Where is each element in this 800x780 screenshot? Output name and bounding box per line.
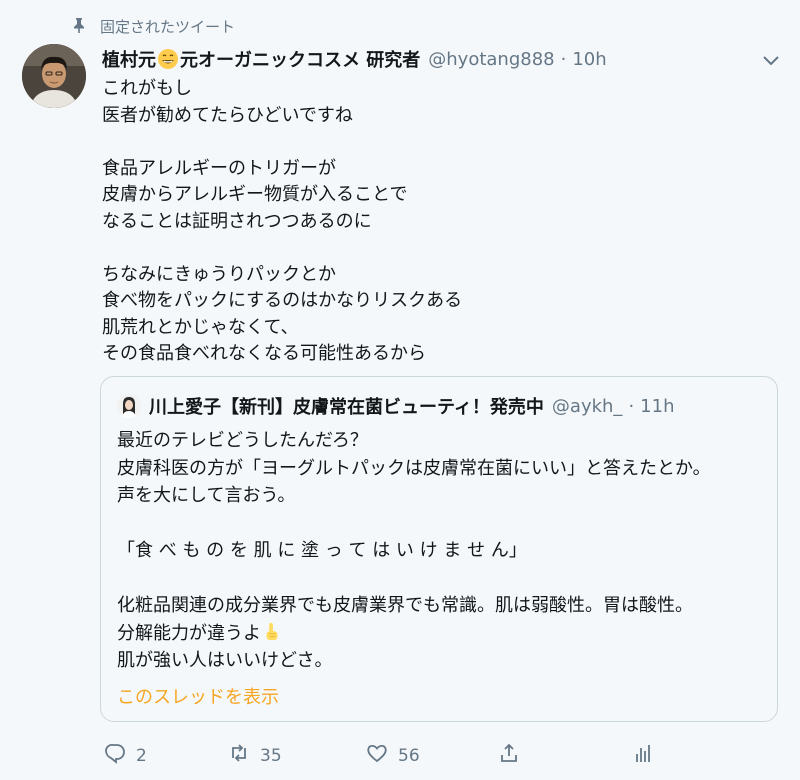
quoted-tweet-text: 最近のテレビどうしたんだろ？ 皮膚科医の方が「ヨーグルトパックは皮膚常在菌にいい… bbox=[117, 427, 763, 675]
share-icon bbox=[498, 742, 520, 769]
pointing-up-hand-icon bbox=[262, 622, 284, 644]
reply-icon bbox=[104, 742, 126, 769]
pin-icon bbox=[72, 17, 86, 37]
quoted-tweet-header: 川上愛子【新刊】皮膚常在菌ビューティ！発売中 @aykh_ · 11h bbox=[117, 393, 767, 419]
like-count: 56 bbox=[398, 745, 420, 766]
author-avatar[interactable] bbox=[22, 44, 86, 108]
quoted-author-name: 川上愛子【新刊】皮膚常在菌ビューティ！発売中 bbox=[149, 397, 544, 418]
like-button[interactable]: 56 bbox=[366, 742, 420, 769]
tweet-timestamp[interactable]: 10h bbox=[572, 49, 606, 70]
quoted-header-separator: · bbox=[628, 395, 635, 417]
retweet-button[interactable]: 35 bbox=[228, 742, 282, 769]
header-separator: · bbox=[560, 48, 567, 70]
author-handle[interactable]: @hyotang888 bbox=[428, 49, 554, 70]
share-button[interactable] bbox=[498, 742, 520, 769]
pinned-indicator: 固定されたツイート bbox=[72, 16, 235, 37]
analytics-icon bbox=[632, 742, 654, 769]
tweet-header: 植村元 元オーガニックコスメ 研究者 @hyotang888 · 10h bbox=[102, 46, 760, 72]
quoted-author-avatar bbox=[117, 394, 141, 418]
tweet-text: これがもし 医者が勧めてたらひどいですね 食品アレルギーのトリガーが 皮膚からア… bbox=[102, 78, 463, 364]
author-name[interactable]: 植村元 元オーガニックコスメ 研究者 bbox=[102, 46, 420, 72]
analytics-button[interactable] bbox=[632, 742, 654, 769]
pinned-label: 固定されたツイート bbox=[100, 18, 236, 36]
quoted-text-part2: 肌が強い人はいいけどさ。 bbox=[117, 650, 333, 671]
show-thread-link[interactable]: このスレッドを表示 bbox=[117, 683, 279, 709]
author-name-part1: 植村元 bbox=[102, 50, 156, 71]
quoted-author-handle: @aykh_ bbox=[551, 395, 623, 417]
chevron-down-icon[interactable] bbox=[762, 52, 780, 66]
quoted-tweet-timestamp: 11h bbox=[640, 395, 675, 417]
retweet-count: 35 bbox=[260, 745, 282, 766]
grinning-face-icon bbox=[157, 48, 179, 70]
quoted-tweet[interactable]: 川上愛子【新刊】皮膚常在菌ビューティ！発売中 @aykh_ · 11h 最近のテ… bbox=[100, 376, 778, 722]
retweet-icon bbox=[228, 742, 250, 769]
author-name-part2: 元オーガニックコスメ 研究者 bbox=[180, 50, 421, 71]
reply-button[interactable]: 2 bbox=[104, 742, 147, 769]
tweet-actions: 2 35 56 bbox=[104, 742, 664, 770]
quoted-text-part1: 最近のテレビどうしたんだろ？ 皮膚科医の方が「ヨーグルトパックは皮膚常在菌にいい… bbox=[117, 430, 711, 644]
heart-icon bbox=[366, 742, 388, 769]
tweet[interactable]: 固定されたツイート 植村元 元オーガニックコスメ 研究者 @hyotang888… bbox=[0, 0, 800, 780]
reply-count: 2 bbox=[136, 745, 147, 766]
